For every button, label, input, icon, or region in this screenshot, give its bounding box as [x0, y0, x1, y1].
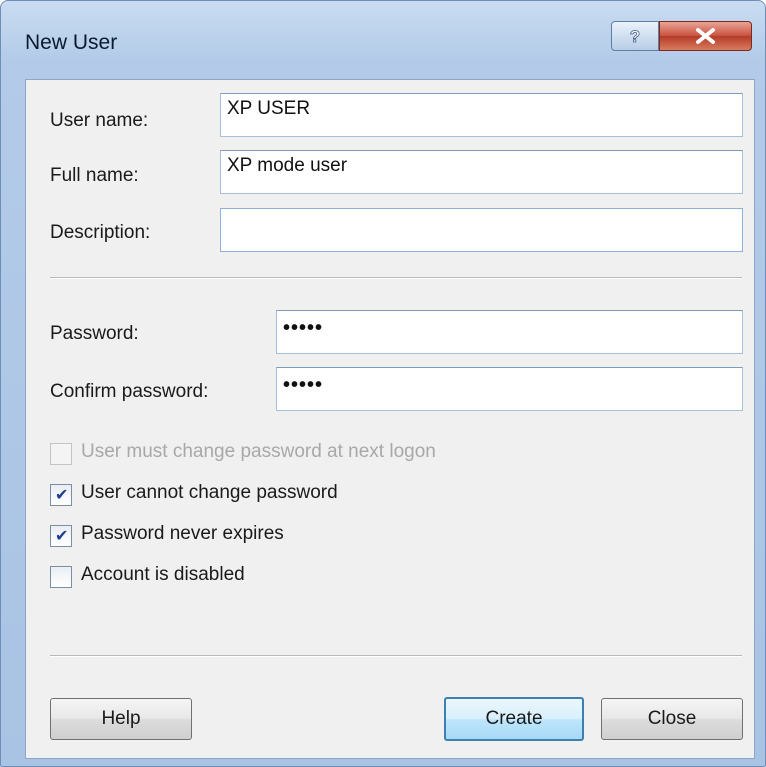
- checkbox-password-never-expires[interactable]: ✔: [50, 525, 72, 547]
- cannot-change-password-label[interactable]: User cannot change password: [81, 482, 338, 504]
- description-label: Description:: [50, 222, 151, 243]
- create-button[interactable]: Create: [444, 697, 584, 741]
- username-label: User name:: [50, 110, 149, 131]
- new-user-dialog: New User ? User name: XP USER Full name:…: [0, 0, 766, 767]
- checkmark-icon: ✔: [55, 485, 69, 504]
- fullname-label: Full name:: [50, 165, 139, 186]
- separator-top: [50, 277, 742, 279]
- dialog-body: User name: XP USER Full name: XP mode us…: [25, 79, 755, 759]
- username-field[interactable]: XP USER: [220, 93, 743, 137]
- help-button[interactable]: Help: [50, 698, 192, 740]
- confirm-password-value: •••••: [283, 373, 324, 396]
- password-field[interactable]: •••••: [276, 310, 743, 354]
- confirm-password-label: Confirm password:: [50, 381, 209, 402]
- description-field[interactable]: [220, 208, 743, 252]
- account-disabled-label[interactable]: Account is disabled: [81, 564, 245, 586]
- checkbox-must-change-password: [50, 443, 72, 465]
- close-button[interactable]: Close: [601, 698, 743, 740]
- must-change-password-label: User must change password at next logon: [81, 441, 436, 462]
- separator-bottom: [50, 655, 742, 657]
- confirm-password-field[interactable]: •••••: [276, 367, 743, 411]
- fullname-field[interactable]: XP mode user: [220, 150, 743, 194]
- username-value: XP USER: [227, 98, 311, 119]
- password-never-expires-label[interactable]: Password never expires: [81, 523, 284, 545]
- question-icon: ?: [629, 27, 640, 47]
- checkbox-account-disabled[interactable]: [50, 566, 72, 588]
- title-close-button[interactable]: [659, 21, 752, 51]
- password-value: •••••: [283, 316, 324, 339]
- close-icon: [696, 28, 715, 44]
- title-help-button[interactable]: ?: [611, 21, 659, 51]
- svg-text:?: ?: [630, 27, 640, 46]
- dialog-title: New User: [25, 31, 118, 54]
- password-label: Password:: [50, 323, 139, 344]
- fullname-value: XP mode user: [227, 155, 348, 176]
- checkmark-icon: ✔: [55, 526, 69, 545]
- title-bar[interactable]: New User ?: [1, 1, 765, 79]
- checkbox-cannot-change-password[interactable]: ✔: [50, 484, 72, 506]
